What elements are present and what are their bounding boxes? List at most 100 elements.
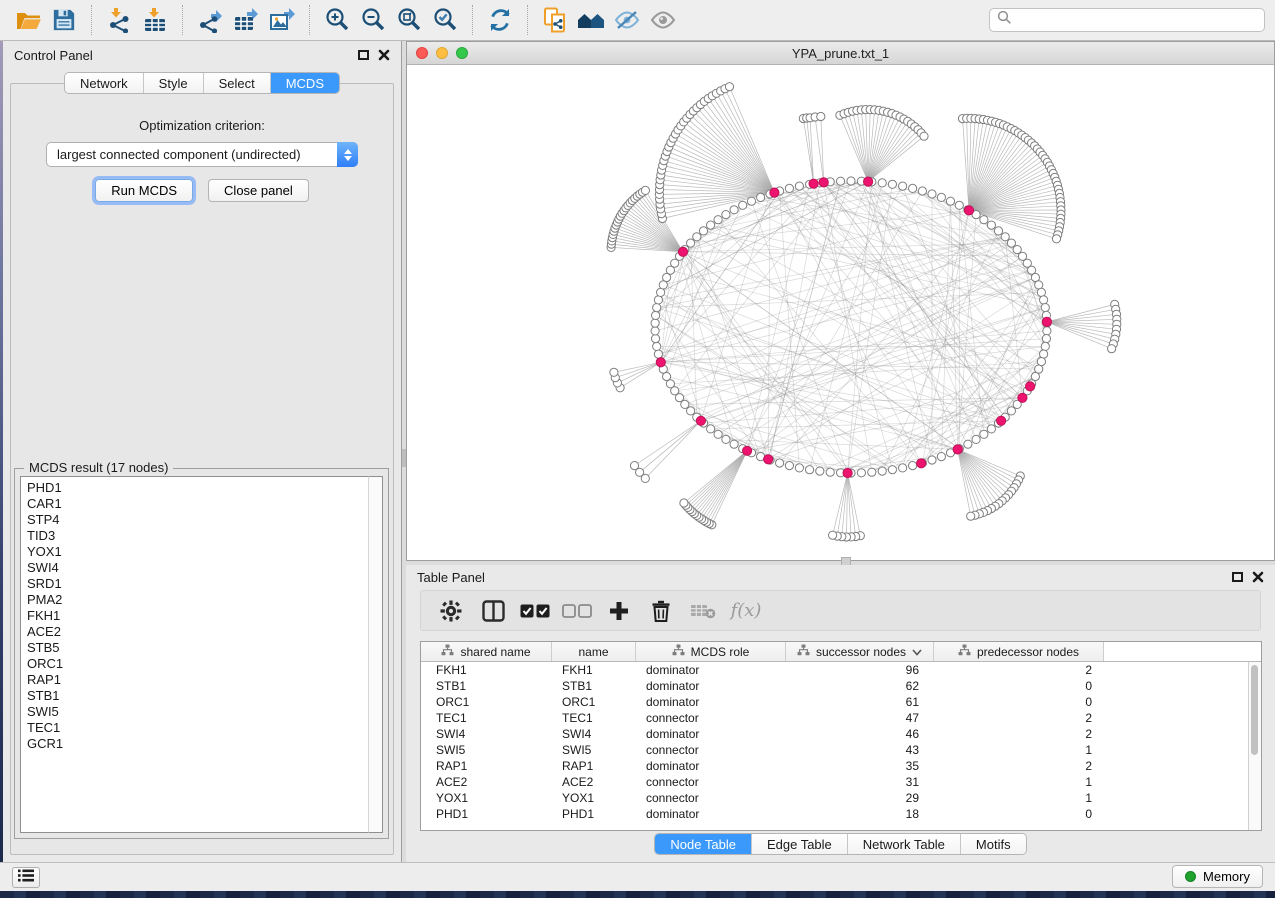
mcds-result-item[interactable]: PHD1 <box>27 480 382 496</box>
tab-select[interactable]: Select <box>204 73 271 93</box>
float-panel-icon[interactable] <box>1232 572 1243 582</box>
network-node[interactable] <box>757 193 765 201</box>
table-row[interactable]: PHD1PHD1dominator180 <box>421 806 1261 822</box>
refresh-button[interactable] <box>482 3 518 37</box>
tab-edge-table[interactable]: Edge Table <box>752 834 848 854</box>
network-node[interactable] <box>610 368 618 376</box>
network-node[interactable] <box>868 468 876 476</box>
mcds-dominator-node[interactable] <box>764 455 773 464</box>
network-node[interactable] <box>739 201 747 209</box>
mcds-result-item[interactable]: PMA2 <box>27 592 382 608</box>
network-node[interactable] <box>657 288 665 296</box>
network-node[interactable] <box>817 112 825 120</box>
mcds-result-list[interactable]: PHD1CAR1STP4TID3YOX1SWI4SRD1PMA2FKH1ACE2… <box>20 476 383 833</box>
mcds-result-item[interactable]: SRD1 <box>27 576 382 592</box>
table-row[interactable]: RAP1RAP1dominator352 <box>421 758 1261 774</box>
network-node[interactable] <box>909 462 917 470</box>
export-table-button[interactable] <box>228 3 264 37</box>
export-network-button[interactable] <box>192 3 228 37</box>
column-header-predecessor-nodes[interactable]: predecessor nodes <box>934 642 1104 661</box>
network-node[interactable] <box>795 182 803 190</box>
network-node[interactable] <box>687 239 695 247</box>
mcds-dominator-node[interactable] <box>819 178 828 187</box>
table-row[interactable]: ORC1ORC1dominator610 <box>421 694 1261 710</box>
network-node[interactable] <box>837 177 845 185</box>
mcds-dominator-node[interactable] <box>1042 317 1051 326</box>
table-row[interactable]: TEC1TEC1connector472 <box>421 710 1261 726</box>
network-node[interactable] <box>1035 281 1043 289</box>
network-node[interactable] <box>937 193 945 201</box>
network-node[interactable] <box>899 182 907 190</box>
table-scrollbar[interactable] <box>1248 662 1261 830</box>
mcds-result-item[interactable]: ACE2 <box>27 624 382 640</box>
mcds-result-item[interactable]: YOX1 <box>27 544 382 560</box>
network-node[interactable] <box>654 296 662 304</box>
network-node[interactable] <box>987 425 995 433</box>
table-settings-button[interactable] <box>435 596 467 626</box>
network-node[interactable] <box>654 350 662 358</box>
network-node[interactable] <box>980 430 988 438</box>
mcds-result-item[interactable]: TEC1 <box>27 720 382 736</box>
network-node[interactable] <box>806 466 814 474</box>
network-node[interactable] <box>722 211 730 219</box>
network-node[interactable] <box>857 469 865 477</box>
mcds-result-item[interactable]: TID3 <box>27 528 382 544</box>
network-node[interactable] <box>888 180 896 188</box>
network-node[interactable] <box>946 197 954 205</box>
tab-node-table[interactable]: Node Table <box>655 834 752 854</box>
network-node[interactable] <box>785 462 793 470</box>
window-minimize-icon[interactable] <box>436 47 448 59</box>
float-panel-icon[interactable] <box>358 50 369 60</box>
mcds-dominator-node[interactable] <box>917 459 926 468</box>
network-node[interactable] <box>1040 296 1048 304</box>
network-window-titlebar[interactable]: YPA_prune.txt_1 <box>407 42 1274 65</box>
network-node[interactable] <box>687 407 695 415</box>
network-node[interactable] <box>653 304 661 312</box>
search-input[interactable] <box>1018 13 1257 28</box>
memory-button[interactable]: Memory <box>1172 865 1263 888</box>
network-node[interactable] <box>652 311 660 319</box>
network-node[interactable] <box>653 342 661 350</box>
table-row[interactable]: STB1STB1dominator620 <box>421 678 1261 694</box>
mcds-result-item[interactable]: ORC1 <box>27 656 382 672</box>
network-node[interactable] <box>1043 327 1051 335</box>
network-node[interactable] <box>829 531 837 539</box>
network-node[interactable] <box>795 464 803 472</box>
mcds-dominator-node[interactable] <box>964 206 973 215</box>
deselect-all-button[interactable] <box>561 596 593 626</box>
scrollbar-thumb[interactable] <box>1251 665 1258 755</box>
add-column-button[interactable] <box>603 596 635 626</box>
zoom-in-button[interactable] <box>319 3 355 37</box>
hide-details-button[interactable] <box>609 3 645 37</box>
run-mcds-button[interactable]: Run MCDS <box>95 179 193 202</box>
network-node[interactable] <box>785 184 793 192</box>
mcds-result-item[interactable]: STP4 <box>27 512 382 528</box>
network-node[interactable] <box>918 187 926 195</box>
network-node[interactable] <box>816 467 824 475</box>
table-row[interactable]: SWI5SWI5connector431 <box>421 742 1261 758</box>
save-button[interactable] <box>46 3 82 37</box>
tab-network[interactable]: Network <box>65 73 144 93</box>
network-node[interactable] <box>1041 342 1049 350</box>
network-node[interactable] <box>722 435 730 443</box>
optimization-criterion-select[interactable]: largest connected component (undirected) <box>46 142 358 167</box>
mcds-list-scrollbar[interactable] <box>368 476 383 833</box>
tab-style[interactable]: Style <box>144 73 204 93</box>
network-node[interactable] <box>651 319 659 327</box>
column-header-successor-nodes[interactable]: successor nodes <box>786 642 934 661</box>
window-maximize-icon[interactable] <box>456 47 468 59</box>
network-node[interactable] <box>972 435 980 443</box>
network-node[interactable] <box>878 179 886 187</box>
zoom-selected-button[interactable] <box>427 3 463 37</box>
network-node[interactable] <box>725 83 733 91</box>
network-node[interactable] <box>964 440 972 448</box>
network-node[interactable] <box>630 462 638 470</box>
network-node[interactable] <box>888 466 896 474</box>
network-node[interactable] <box>1042 335 1050 343</box>
network-node[interactable] <box>699 227 707 235</box>
search-field[interactable] <box>989 8 1265 32</box>
network-node[interactable] <box>707 221 715 229</box>
node-table[interactable]: shared name name MCDS role successor nod… <box>420 641 1262 831</box>
network-node[interactable] <box>994 227 1002 235</box>
import-table-button[interactable] <box>137 3 173 37</box>
